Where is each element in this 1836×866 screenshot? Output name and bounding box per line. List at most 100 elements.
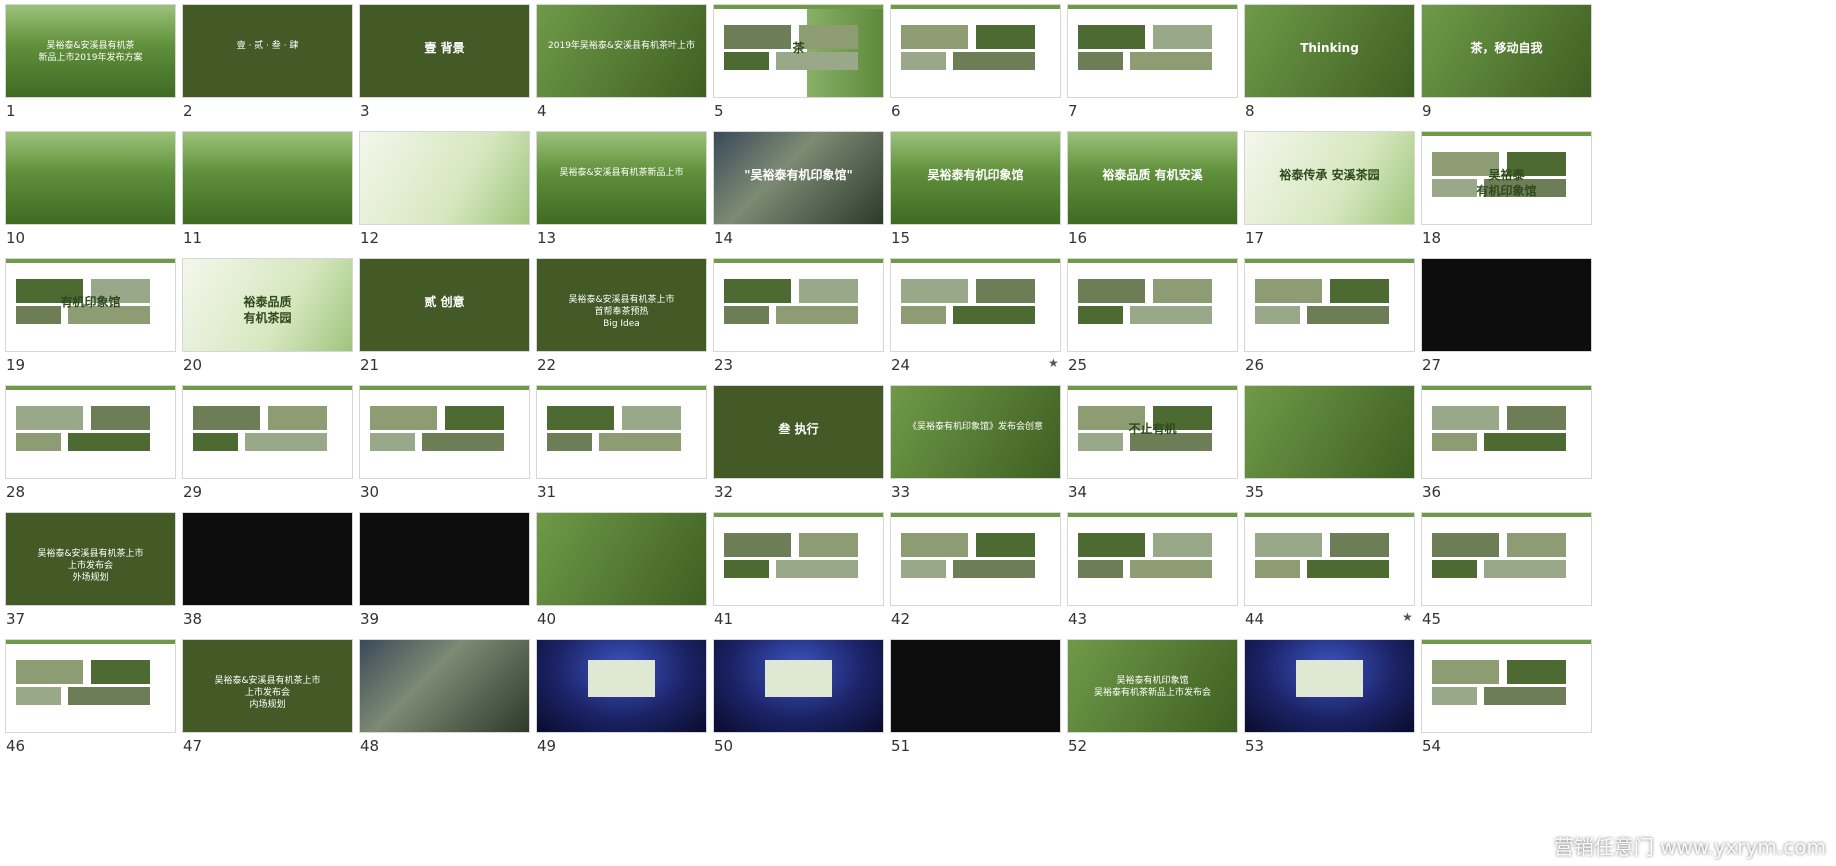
- slide-preview[interactable]: 吴裕泰 有机印象馆: [1421, 131, 1592, 225]
- slide-caption: 吴裕泰 有机印象馆: [1476, 167, 1537, 199]
- slide-thumbnail[interactable]: 27: [1416, 250, 1624, 398]
- slide-sorter-grid: 吴裕泰&安溪县有机茶 新品上市2019年发布方案 1 壹 · 贰 · 叁 · 肆 2 壹…: [0, 0, 1836, 866]
- image-block: [1255, 306, 1300, 324]
- slide-preview[interactable]: 壹 · 贰 · 叁 · 肆: [182, 4, 353, 98]
- content-blocks: [1432, 406, 1581, 468]
- image-block: [370, 406, 438, 430]
- slide-preview[interactable]: [1244, 385, 1415, 479]
- slide-preview[interactable]: [5, 385, 176, 479]
- header-band: [1422, 513, 1591, 517]
- slide-number: 53: [1245, 737, 1265, 755]
- slide-preview[interactable]: [5, 131, 176, 225]
- slide-preview[interactable]: [536, 639, 707, 733]
- slide-preview[interactable]: 吴裕泰有机印象馆 吴裕泰有机茶新品上市发布会: [1067, 639, 1238, 733]
- slide-thumbnail[interactable]: 45: [1416, 504, 1624, 652]
- slide-preview[interactable]: [182, 385, 353, 479]
- slide-preview[interactable]: [1421, 258, 1592, 352]
- image-block: [1078, 560, 1123, 578]
- slide-preview[interactable]: 2019年吴裕泰&安溪县有机茶叶上市: [536, 4, 707, 98]
- slide-preview[interactable]: 有机印象馆: [5, 258, 176, 352]
- content-blocks: [724, 279, 873, 341]
- slide-preview[interactable]: [1421, 385, 1592, 479]
- slide-preview[interactable]: 吴裕泰&安溪县有机茶上市 上市发布会 内场规划: [182, 639, 353, 733]
- slide-preview[interactable]: [1067, 258, 1238, 352]
- image-block: [975, 25, 1036, 49]
- slide-preview[interactable]: [182, 512, 353, 606]
- slide-preview[interactable]: 壹 背景: [359, 4, 530, 98]
- slide-preview[interactable]: [713, 639, 884, 733]
- image-block: [1255, 533, 1323, 557]
- slide-preview[interactable]: Thinking: [1244, 4, 1415, 98]
- slide-preview[interactable]: [890, 258, 1061, 352]
- slide-preview[interactable]: 裕泰品质 有机茶园: [182, 258, 353, 352]
- slide-preview[interactable]: [1421, 639, 1592, 733]
- slide-caption: 裕泰品质 有机安溪: [1102, 167, 1203, 182]
- slide-preview[interactable]: 吴裕泰&安溪县有机茶新品上市: [536, 131, 707, 225]
- slide-preview[interactable]: 《吴裕泰有机印象馆》发布会创意: [890, 385, 1061, 479]
- slide-preview[interactable]: 裕泰品质 有机安溪: [1067, 131, 1238, 225]
- slide-preview[interactable]: [5, 639, 176, 733]
- slide-preview[interactable]: [890, 639, 1061, 733]
- slide-preview[interactable]: [359, 385, 530, 479]
- slide-number: 48: [360, 737, 380, 755]
- slide-preview[interactable]: [1067, 512, 1238, 606]
- slide-preview[interactable]: 吴裕泰&安溪县有机茶上市 首帮奉茶预热 Big Idea: [536, 258, 707, 352]
- slide-preview[interactable]: [359, 131, 530, 225]
- header-band: [1422, 132, 1591, 136]
- slide-number: 11: [183, 229, 203, 247]
- slide-caption: 吴裕泰有机印象馆 吴裕泰有机茶新品上市发布会: [1093, 675, 1211, 699]
- image-block: [1432, 560, 1477, 578]
- image-block: [901, 279, 969, 303]
- slide-preview[interactable]: [713, 512, 884, 606]
- image-block: [1506, 406, 1567, 430]
- slide-preview[interactable]: 茶，移动自我: [1421, 4, 1592, 98]
- content-blocks: [370, 406, 519, 468]
- slide-preview[interactable]: 贰 创意: [359, 258, 530, 352]
- slide-preview[interactable]: [1421, 512, 1592, 606]
- slide-preview[interactable]: [359, 639, 530, 733]
- header-band: [891, 259, 1060, 263]
- image-block: [776, 560, 859, 578]
- slide-number: 16: [1068, 229, 1088, 247]
- slide-preview[interactable]: 吴裕泰有机印象馆: [890, 131, 1061, 225]
- header-band: [6, 640, 175, 644]
- slide-thumbnail[interactable]: 54: [1416, 631, 1624, 779]
- slide-number: 18: [1422, 229, 1442, 247]
- slide-number: 10: [6, 229, 26, 247]
- image-block: [724, 306, 769, 324]
- slide-preview[interactable]: [359, 512, 530, 606]
- slide-preview[interactable]: 吴裕泰&安溪县有机茶上市 上市发布会 外场规划: [5, 512, 176, 606]
- slide-preview[interactable]: "吴裕泰有机印象馆": [713, 131, 884, 225]
- slide-preview[interactable]: 茶: [713, 4, 884, 98]
- slide-preview[interactable]: [890, 4, 1061, 98]
- image-block: [1152, 533, 1213, 557]
- header-band: [183, 386, 352, 390]
- image-block: [975, 279, 1036, 303]
- slide-preview[interactable]: [1244, 512, 1415, 606]
- slide-preview[interactable]: [1244, 639, 1415, 733]
- image-block: [901, 306, 946, 324]
- slide-preview[interactable]: [536, 512, 707, 606]
- slide-number: 4: [537, 102, 547, 120]
- slide-preview[interactable]: 叁 执行: [713, 385, 884, 479]
- slide-number: 20: [183, 356, 203, 374]
- slide-preview[interactable]: [890, 512, 1061, 606]
- slide-number: 43: [1068, 610, 1088, 628]
- slide-number: 50: [714, 737, 734, 755]
- slide-thumbnail[interactable]: 吴裕泰 有机印象馆 18: [1416, 123, 1624, 271]
- slide-preview[interactable]: 吴裕泰&安溪县有机茶 新品上市2019年发布方案: [5, 4, 176, 98]
- slide-number: 23: [714, 356, 734, 374]
- content-blocks: [724, 533, 873, 595]
- slide-preview[interactable]: [536, 385, 707, 479]
- slide-preview[interactable]: 不止有机: [1067, 385, 1238, 479]
- slide-number: 31: [537, 483, 557, 501]
- slide-number: 35: [1245, 483, 1265, 501]
- slide-preview[interactable]: 裕泰传承 安溪茶园: [1244, 131, 1415, 225]
- image-block: [1078, 25, 1146, 49]
- slide-preview[interactable]: [1067, 4, 1238, 98]
- slide-number: 42: [891, 610, 911, 628]
- slide-preview[interactable]: [1244, 258, 1415, 352]
- slide-thumbnail[interactable]: 36: [1416, 377, 1624, 525]
- slide-preview[interactable]: [182, 131, 353, 225]
- slide-preview[interactable]: [713, 258, 884, 352]
